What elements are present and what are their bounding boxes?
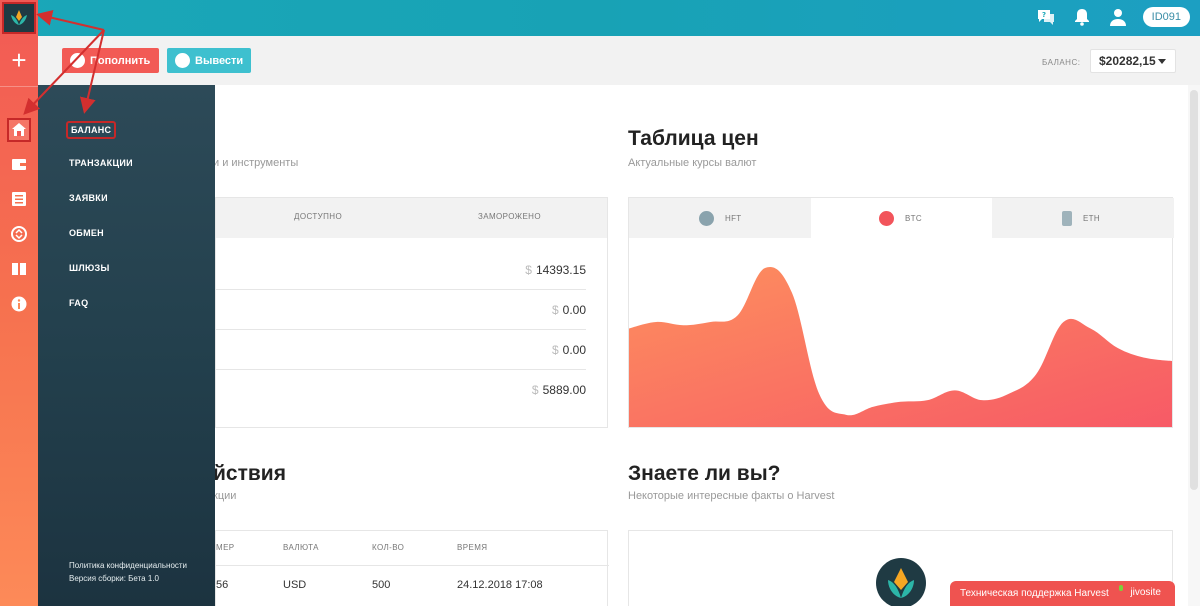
- withdraw-button[interactable]: Вывести: [167, 48, 251, 73]
- balance-label: БАЛАНС:: [1042, 58, 1081, 67]
- scrollbar-thumb[interactable]: [1190, 90, 1198, 490]
- harvest-logo-icon: [876, 558, 926, 606]
- user-id-badge[interactable]: ID091: [1142, 7, 1190, 27]
- eth-coin-icon: [1062, 210, 1072, 226]
- balance-amount: 14393.15: [535, 263, 586, 277]
- currency-symbol: $: [551, 343, 559, 357]
- deposit-label: Пополнить: [90, 54, 151, 67]
- balance-row: $0.00: [216, 330, 586, 370]
- balance-amount: 0.00: [562, 303, 586, 317]
- withdraw-icon: [175, 53, 190, 68]
- chevron-down-icon: [1158, 59, 1166, 64]
- transactions-table: МЕР ВАЛЮТА КОЛ-ВО ВРЕМЯ 56 USD 500 24.12…: [215, 530, 609, 606]
- withdraw-label: Вывести: [195, 54, 244, 67]
- tab-hft-label: HFT: [725, 213, 742, 223]
- actions-subtitle: кции: [213, 490, 237, 502]
- menu-item-gateways[interactable]: ШЛЮЗЫ: [69, 263, 110, 273]
- header-time: ВРЕМЯ: [457, 543, 488, 552]
- tx-currency: USD: [283, 579, 307, 591]
- online-status-icon: [1119, 585, 1123, 591]
- tab-btc[interactable]: BTC: [811, 198, 992, 238]
- icon-rail: +: [0, 0, 38, 606]
- menu-item-transactions[interactable]: ТРАНЗАКЦИИ: [69, 158, 133, 168]
- facts-title: Знаете ли вы?: [628, 462, 781, 485]
- top-bar: ? ID091: [0, 0, 1200, 36]
- actions-title: йствия: [213, 462, 286, 485]
- balance-row: $5889.00: [216, 370, 586, 410]
- header-frozen: ЗАМОРОЖЕНО: [478, 212, 541, 221]
- price-chart-card: HFT BTC ETH: [628, 197, 1174, 428]
- hft-coin-icon: [699, 210, 714, 226]
- rail-divider: [0, 86, 38, 87]
- tx-number: 56: [216, 579, 229, 591]
- table-divider: [216, 565, 609, 566]
- deposit-button[interactable]: Пополнить: [62, 48, 159, 73]
- header-available: ДОСТУПНО: [294, 212, 343, 221]
- prices-subtitle: Актуальные курсы валют: [628, 157, 757, 169]
- deposit-icon: [70, 53, 85, 68]
- header-number: МЕР: [216, 543, 235, 552]
- menu-item-balance[interactable]: БАЛАНС: [66, 121, 117, 139]
- currency-symbol: $: [551, 303, 559, 317]
- wallet-icon[interactable]: [8, 153, 30, 175]
- build-version: Версия сборки: Бета 1.0: [69, 574, 159, 583]
- prices-title: Таблица цен: [628, 127, 759, 150]
- btc-price-chart: [629, 266, 1172, 427]
- menu-item-requests[interactable]: ЗАЯВКИ: [69, 193, 108, 203]
- currency-symbol: $: [531, 383, 539, 397]
- balance-row: $14393.15: [216, 250, 586, 290]
- tx-time: 24.12.2018 17:08: [457, 579, 543, 591]
- menu-item-faq[interactable]: FAQ: [69, 298, 88, 308]
- jivosite-brand: jivosite: [1130, 587, 1161, 598]
- tab-eth-label: ETH: [1083, 213, 1100, 223]
- tab-btc-label: BTC: [905, 213, 922, 223]
- btc-coin-icon: [879, 210, 894, 226]
- balance-table: ДОСТУПНО ЗАМОРОЖЕНО $14393.15 $0.00 $0.0…: [215, 197, 608, 428]
- balance-value: $20282,15: [1099, 54, 1156, 68]
- privacy-policy-link[interactable]: Политика конфиденциальности: [69, 561, 187, 570]
- balance-amount: 5889.00: [542, 383, 586, 397]
- info-icon[interactable]: [8, 293, 30, 315]
- tab-hft[interactable]: HFT: [629, 198, 811, 238]
- tx-amount: 500: [372, 579, 391, 591]
- home-icon[interactable]: [7, 118, 31, 142]
- support-chat-widget[interactable]: Техническая поддержка Harvest jivosite: [950, 581, 1175, 606]
- plus-icon[interactable]: +: [0, 46, 38, 76]
- list-icon[interactable]: [8, 188, 30, 210]
- logo-icon[interactable]: [2, 2, 36, 34]
- support-label: Техническая поддержка Harvest: [960, 588, 1109, 599]
- side-menu: БАЛАНС ТРАНЗАКЦИИ ЗАЯВКИ ОБМЕН ШЛЮЗЫ FAQ…: [38, 85, 215, 606]
- svg-text:?: ?: [1042, 11, 1046, 19]
- balance-table-header: ДОСТУПНО ЗАМОРОЖЕНО: [216, 198, 607, 238]
- balance-dropdown[interactable]: $20282,15: [1090, 49, 1176, 73]
- gateway-icon[interactable]: [8, 258, 30, 280]
- menu-item-exchange[interactable]: ОБМЕН: [69, 228, 104, 238]
- balance-amount: 0.00: [562, 343, 586, 357]
- header-currency: ВАЛЮТА: [283, 543, 319, 552]
- header-amount: КОЛ-ВО: [372, 543, 405, 552]
- currency-symbol: $: [525, 263, 532, 277]
- tab-eth[interactable]: ETH: [992, 198, 1174, 238]
- balance-row: $0.00: [216, 290, 586, 330]
- btc-price-area: [629, 266, 1172, 427]
- bell-icon[interactable]: [1071, 6, 1093, 28]
- balance-subtitle: и и инструменты: [213, 157, 299, 169]
- user-icon[interactable]: [1107, 6, 1129, 28]
- exchange-icon[interactable]: [8, 223, 30, 245]
- facts-subtitle: Некоторые интересные факты о Harvest: [628, 490, 835, 502]
- support-chat-icon[interactable]: ?: [1035, 6, 1057, 28]
